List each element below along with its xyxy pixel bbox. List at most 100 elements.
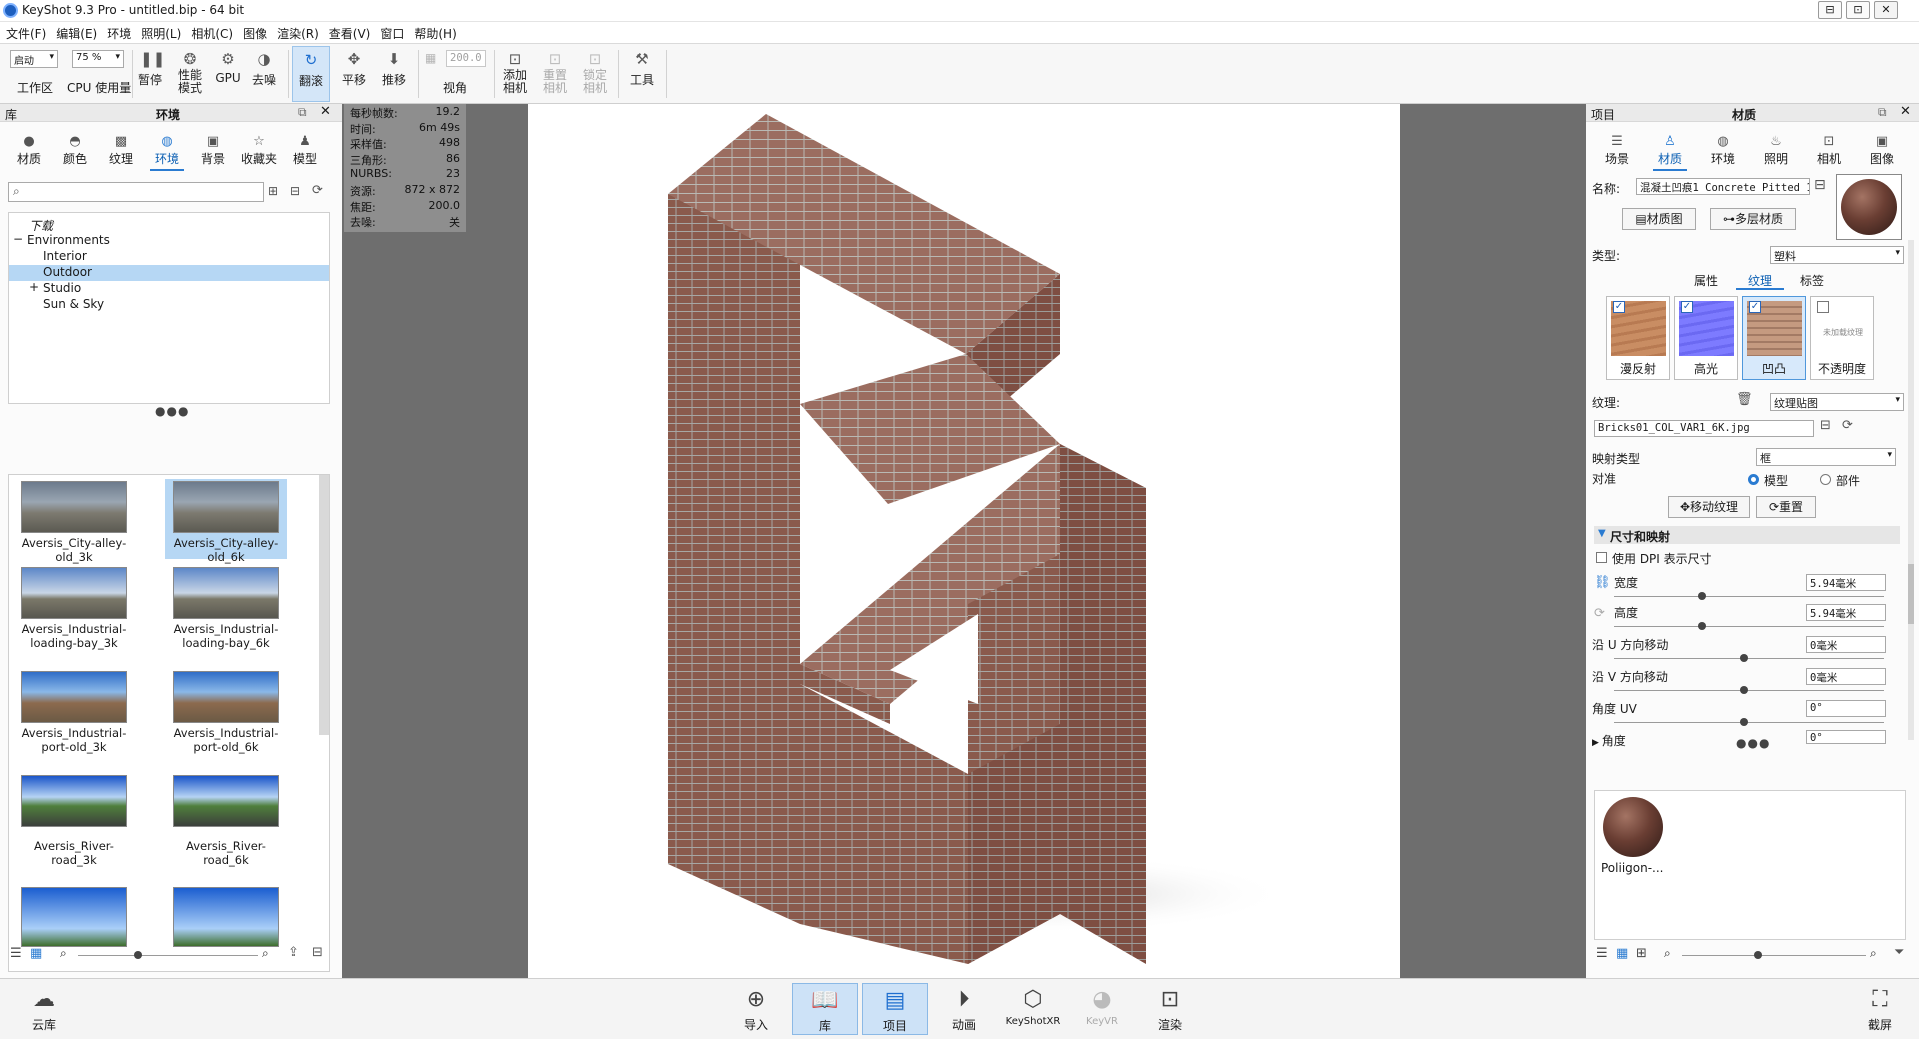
bump-texture-slot[interactable]: ✓ 凹凸 xyxy=(1742,296,1806,380)
multi-material-button[interactable]: ⊶多层材质 xyxy=(1710,208,1796,230)
checkbox-unchecked-icon[interactable] xyxy=(1817,301,1829,313)
material-thumb-size-slider[interactable] xyxy=(1682,955,1866,956)
denoise-button[interactable]: ◑ 去噪 xyxy=(248,46,280,102)
menu-view[interactable]: 查看(V) xyxy=(323,22,375,42)
menu-image[interactable]: 图像 xyxy=(237,22,271,42)
shift-u-slider-knob[interactable] xyxy=(1740,654,1748,662)
thumbnail-scrollbar[interactable] xyxy=(319,475,329,735)
float-panel-icon[interactable]: ⧉ xyxy=(298,105,307,120)
grid-view-icon[interactable]: ▦ xyxy=(1616,946,1628,961)
keyshotxr-button[interactable]: ⬡ KeyShotXR xyxy=(1000,983,1066,1035)
upload-cloud-icon[interactable]: ⇪ xyxy=(288,945,299,960)
keyvr-button[interactable]: ◕ KeyVR xyxy=(1072,983,1132,1035)
angle-uv-slider[interactable] xyxy=(1614,722,1884,723)
subtab-properties[interactable]: 属性 xyxy=(1694,272,1718,289)
material-thumb-sphere[interactable] xyxy=(1603,797,1663,857)
zoom-out-icon[interactable]: ⌕ xyxy=(60,946,67,961)
fov-field[interactable]: 200.0 xyxy=(446,50,486,67)
menu-window[interactable]: 窗口 xyxy=(374,22,408,42)
import-button[interactable]: ⊕ 导入 xyxy=(726,983,786,1035)
menu-render[interactable]: 渲染(R) xyxy=(271,22,323,42)
checkbox-checked-icon[interactable]: ✓ xyxy=(1681,301,1693,313)
move-texture-button[interactable]: ✥移动纹理 xyxy=(1668,496,1750,518)
shift-u-slider[interactable] xyxy=(1614,658,1884,659)
splitter-grip[interactable]: ●●● xyxy=(1736,736,1770,750)
save-material-icon[interactable]: ⊟ xyxy=(1814,177,1826,193)
reload-icon[interactable]: ⟳ xyxy=(1842,418,1853,433)
zoom-in-icon[interactable]: ⌕ xyxy=(1870,946,1877,961)
radio-model-icon[interactable] xyxy=(1748,474,1759,485)
tab-textures[interactable]: ▩ 纹理 xyxy=(100,134,142,167)
subtab-labels[interactable]: 标签 xyxy=(1800,272,1824,289)
env-preview-image[interactable] xyxy=(21,887,127,947)
opacity-texture-slot[interactable]: 未加载纹理 不透明度 xyxy=(1810,296,1874,380)
angle-uv-slider-knob[interactable] xyxy=(1740,718,1748,726)
filter-icon[interactable]: ⏷ xyxy=(1894,945,1904,960)
angle-uv-field[interactable]: 0° xyxy=(1806,700,1886,717)
height-slider[interactable] xyxy=(1614,626,1884,627)
diffuse-texture-slot[interactable]: ✓ 漫反射 xyxy=(1606,296,1670,380)
env-thumb[interactable]: Aversis_River-road_6k xyxy=(165,773,287,867)
env-thumb[interactable]: Aversis_Industrial-port-old_6k xyxy=(165,669,287,771)
properties-scrollbar-thumb[interactable] xyxy=(1908,564,1914,624)
env-thumb[interactable]: Aversis_Industrial-loading-bay_6k xyxy=(165,565,287,667)
tree-item-sun-sky[interactable]: Sun & Sky xyxy=(9,297,329,313)
lock-camera-button[interactable]: ⊡ 锁定 相机 xyxy=(578,46,612,102)
tab-backgrounds[interactable]: ▣ 背景 xyxy=(192,134,234,167)
texture-type-select[interactable]: 纹理贴图 xyxy=(1770,393,1904,411)
width-slider[interactable] xyxy=(1614,596,1884,597)
cloud-library-button[interactable]: ☁ 云库 xyxy=(14,983,74,1035)
tab-environment[interactable]: ◍ 环境 xyxy=(1702,134,1744,167)
folder-import-icon[interactable]: ⊟ xyxy=(290,184,300,198)
close-panel-icon[interactable]: ✕ xyxy=(1900,104,1911,119)
restore-button[interactable]: ⊡ xyxy=(1846,1,1870,19)
height-slider-knob[interactable] xyxy=(1698,622,1706,630)
library-search-input[interactable]: ⌕ xyxy=(8,182,264,202)
tree-view-icon[interactable]: ⊞ xyxy=(1636,946,1647,961)
list-view-icon[interactable]: ☰ xyxy=(10,946,22,961)
list-view-icon[interactable]: ☰ xyxy=(1596,946,1608,961)
shift-v-slider[interactable] xyxy=(1614,690,1884,691)
menu-camera[interactable]: 相机(C) xyxy=(185,22,237,42)
tab-models[interactable]: ♟ 模型 xyxy=(284,134,326,167)
material-graph-button[interactable]: ▤材质图 xyxy=(1622,208,1696,230)
menu-environment[interactable]: 环境 xyxy=(101,22,135,42)
env-thumb[interactable]: Aversis_Industrial-port-old_3k xyxy=(13,669,135,771)
env-thumb[interactable]: Aversis_City-alley-old_3k xyxy=(13,479,135,564)
grid-view-icon[interactable]: ▦ xyxy=(30,946,42,961)
checkbox-checked-icon[interactable]: ✓ xyxy=(1749,301,1761,313)
width-field[interactable]: 5.94毫米 xyxy=(1806,574,1886,591)
env-thumb-selected[interactable]: Aversis_City-alley-old_6k xyxy=(165,479,287,564)
folder-icon[interactable]: ⊟ xyxy=(312,945,323,960)
pause-button[interactable]: ❚❚ 暂停 xyxy=(134,46,166,102)
material-preview-box[interactable] xyxy=(1836,174,1902,240)
zoom-in-icon[interactable]: ⌕ xyxy=(262,946,269,961)
workspace-select[interactable]: 启动 xyxy=(10,50,58,68)
tumble-button[interactable]: ↻ 翻滚 xyxy=(292,46,330,102)
cpu-usage-select[interactable]: 75 % xyxy=(72,50,124,68)
screenshot-button[interactable]: ⛶ 截屏 xyxy=(1850,983,1910,1035)
radio-part-icon[interactable] xyxy=(1820,474,1831,485)
shift-u-field[interactable]: 0毫米 xyxy=(1806,636,1886,653)
minimize-button[interactable]: ⊟ xyxy=(1818,1,1842,19)
performance-mode-button[interactable]: ❂ 性能 模式 xyxy=(170,46,210,102)
tab-material[interactable]: ♙ 材质 xyxy=(1649,134,1691,171)
angle-field[interactable]: 0° xyxy=(1806,730,1886,744)
height-field[interactable]: 5.94毫米 xyxy=(1806,604,1886,621)
splitter-grip[interactable]: ●●● xyxy=(155,404,189,418)
render-viewport[interactable]: 每秒帧数: 19.2 时间: 6m 49s 采样值: 498 三角形: 86 NURBS… xyxy=(342,104,1586,978)
width-slider-knob[interactable] xyxy=(1698,592,1706,600)
tab-lighting[interactable]: ♨ 照明 xyxy=(1755,134,1797,167)
close-panel-icon[interactable]: ✕ xyxy=(320,104,331,119)
tab-image[interactable]: ▣ 图像 xyxy=(1861,134,1903,167)
tab-environments[interactable]: ◍ 环境 xyxy=(146,134,188,171)
trash-icon[interactable]: 🗑 xyxy=(1736,392,1753,407)
tab-colors[interactable]: ◓ 颜色 xyxy=(54,134,96,167)
env-thumb[interactable]: Aversis_River-road_3k xyxy=(13,773,135,867)
close-button[interactable]: ✕ xyxy=(1874,1,1898,19)
library-button[interactable]: 📖 库 xyxy=(792,983,858,1035)
tab-favorites[interactable]: ☆ 收藏夹 xyxy=(238,134,280,167)
link-chain-icon[interactable]: ⛓ xyxy=(1594,575,1611,590)
texture-file-field[interactable]: Bricks01_COL_VAR1_6K.jpg xyxy=(1594,420,1814,437)
thumb-size-slider-knob[interactable] xyxy=(134,951,142,959)
